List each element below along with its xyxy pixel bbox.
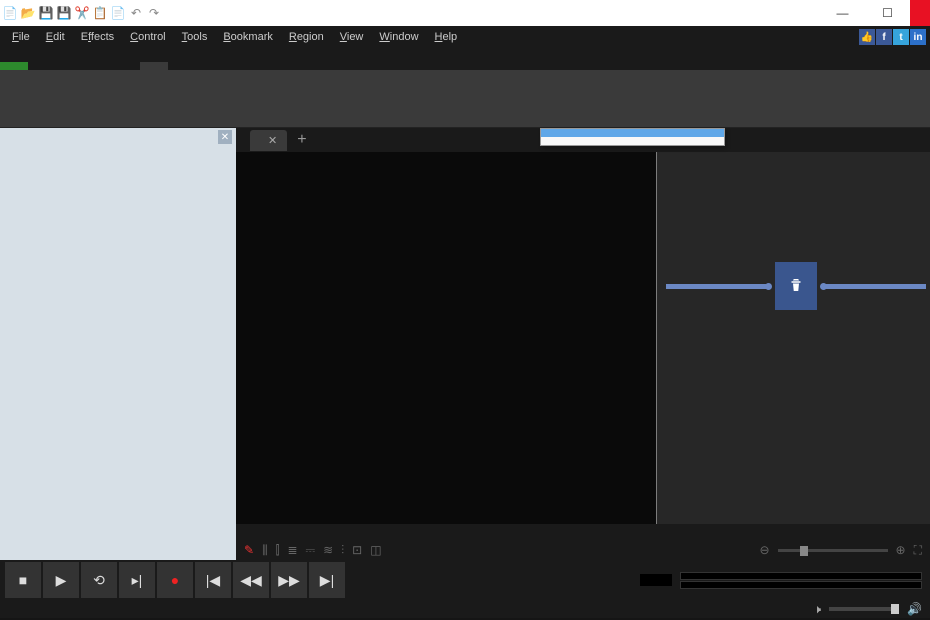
menu-control[interactable]: Control bbox=[122, 29, 173, 45]
volume-slider[interactable] bbox=[829, 607, 899, 611]
qat-undo-icon[interactable]: ↶ bbox=[128, 5, 144, 21]
transport-info bbox=[350, 569, 640, 592]
facebook-icon[interactable]: f bbox=[876, 29, 892, 45]
qat-copy-icon[interactable]: 📋 bbox=[92, 5, 108, 21]
zoom-fit-icon[interactable]: ⛶ bbox=[914, 543, 922, 558]
zoom-in-icon[interactable]: ⊕ bbox=[896, 543, 906, 557]
status-bar: 🕨 🔊 bbox=[0, 600, 930, 618]
record-button[interactable]: ● bbox=[157, 562, 193, 598]
menu-region[interactable]: Region bbox=[281, 29, 332, 45]
quick-access-toolbar: 📄 📂 💾 💾 ✂️ 📋 📄 ↶ ↷ bbox=[0, 5, 164, 21]
menu-view[interactable]: View bbox=[332, 29, 372, 45]
speaker-left-icon[interactable]: 🕨 bbox=[813, 602, 821, 617]
ribbon-tab-edit[interactable] bbox=[56, 62, 84, 70]
qat-open-icon[interactable]: 📂 bbox=[20, 5, 36, 21]
menu-bar: File Edit Effects Control Tools Bookmark… bbox=[0, 26, 930, 48]
menu-file[interactable]: File bbox=[4, 29, 38, 45]
ribbon-tab-tools[interactable] bbox=[140, 62, 168, 70]
qat-cut-icon[interactable]: ✂️ bbox=[74, 5, 90, 21]
tool-bars-icon[interactable]: ≣ bbox=[287, 543, 297, 557]
qat-save-icon[interactable]: 💾 bbox=[38, 5, 54, 21]
forward-button[interactable]: ▶▶ bbox=[271, 562, 307, 598]
ribbon-tab-effects[interactable] bbox=[112, 62, 140, 70]
play-button[interactable]: ▶ bbox=[43, 562, 79, 598]
edit-toolbar: ✎ ⫼ ⫿ ≣ ⎓ ≋ ⫶ ⊡ ◫ ⊖ ⊕ ⛶ bbox=[236, 540, 930, 560]
menu-window[interactable]: Window bbox=[371, 29, 426, 45]
linkedin-icon[interactable]: in bbox=[910, 29, 926, 45]
ribbon-tab-record[interactable] bbox=[168, 62, 196, 70]
minimize-button[interactable]: — bbox=[820, 0, 865, 26]
stop-button[interactable]: ■ bbox=[5, 562, 41, 598]
title-bar: 📄 📂 💾 💾 ✂️ 📋 📄 ↶ ↷ — ☐ bbox=[0, 0, 930, 26]
qat-new-icon[interactable]: 📄 bbox=[2, 5, 18, 21]
tool-cursor-icon[interactable]: ⎓ bbox=[306, 543, 316, 558]
menu-edit[interactable]: Edit bbox=[38, 29, 73, 45]
transport-bar: ■ ▶ ⟲ ▸| ● |◀ ◀◀ ▶▶ ▶| bbox=[0, 560, 930, 600]
tool-6-icon[interactable]: ⫶ bbox=[341, 543, 344, 558]
ribbon-tab-file[interactable] bbox=[0, 62, 28, 70]
loop-button[interactable]: ⟲ bbox=[81, 562, 117, 598]
trash-icon bbox=[787, 276, 805, 294]
tool-wave2-icon[interactable]: ⫿ bbox=[276, 543, 280, 558]
menu-bookmark[interactable]: Bookmark bbox=[215, 29, 281, 45]
tfft-menu-save[interactable] bbox=[541, 137, 724, 145]
waveform-canvas[interactable] bbox=[236, 152, 930, 540]
ribbon-panel bbox=[0, 70, 930, 128]
sidebar: ✕ bbox=[0, 128, 236, 560]
sidebar-close-icon[interactable]: ✕ bbox=[218, 130, 232, 144]
ribbon-tab-strip bbox=[0, 48, 930, 70]
twitter-icon[interactable]: t bbox=[893, 29, 909, 45]
tool-pencil-icon[interactable]: ✎ bbox=[244, 543, 254, 557]
ribbon-tab-custom[interactable] bbox=[224, 62, 252, 70]
editor-area: ✕ + ✎ ⫼ bbox=[236, 128, 930, 560]
maximize-button[interactable]: ☐ bbox=[865, 0, 910, 26]
speaker-right-icon[interactable]: 🔊 bbox=[907, 602, 922, 616]
skip-start-button[interactable]: |◀ bbox=[195, 562, 231, 598]
trim-strip bbox=[666, 262, 926, 310]
beta-label bbox=[845, 35, 859, 39]
qat-paste-icon[interactable]: 📄 bbox=[110, 5, 126, 21]
menu-help[interactable]: Help bbox=[427, 29, 466, 45]
ribbon-tab-suite[interactable] bbox=[196, 62, 224, 70]
rewind-button[interactable]: ◀◀ bbox=[233, 562, 269, 598]
trim-button[interactable] bbox=[775, 262, 817, 310]
time-ruler bbox=[236, 524, 930, 540]
skip-end-button[interactable]: ▶| bbox=[309, 562, 345, 598]
close-button[interactable] bbox=[910, 0, 930, 26]
ribbon-tab-home[interactable] bbox=[28, 62, 56, 70]
tool-7-icon[interactable]: ⊡ bbox=[352, 543, 362, 557]
document-tab[interactable]: ✕ bbox=[250, 130, 287, 151]
qat-redo-icon[interactable]: ↷ bbox=[146, 5, 162, 21]
tool-region-icon[interactable]: ≋ bbox=[323, 543, 333, 557]
add-tab-icon[interactable]: + bbox=[287, 131, 316, 149]
tfft-dropdown bbox=[540, 128, 725, 146]
selection-range[interactable] bbox=[656, 152, 930, 540]
play-sel-button[interactable]: ▸| bbox=[119, 562, 155, 598]
menu-effects[interactable]: Effects bbox=[73, 29, 122, 45]
qat-saveall-icon[interactable]: 💾 bbox=[56, 5, 72, 21]
ribbon-tab-levels[interactable] bbox=[84, 62, 112, 70]
level-meter bbox=[672, 571, 930, 589]
like-icon[interactable]: 👍 bbox=[859, 29, 875, 45]
tfft-menu-open[interactable] bbox=[541, 129, 724, 137]
tool-wave1-icon[interactable]: ⫼ bbox=[262, 543, 268, 558]
zoom-out-icon[interactable]: ⊖ bbox=[759, 543, 769, 557]
tool-8-icon[interactable]: ◫ bbox=[370, 543, 381, 557]
time-display bbox=[640, 574, 672, 586]
menu-tools[interactable]: Tools bbox=[174, 29, 216, 45]
tab-close-icon[interactable]: ✕ bbox=[268, 134, 277, 147]
